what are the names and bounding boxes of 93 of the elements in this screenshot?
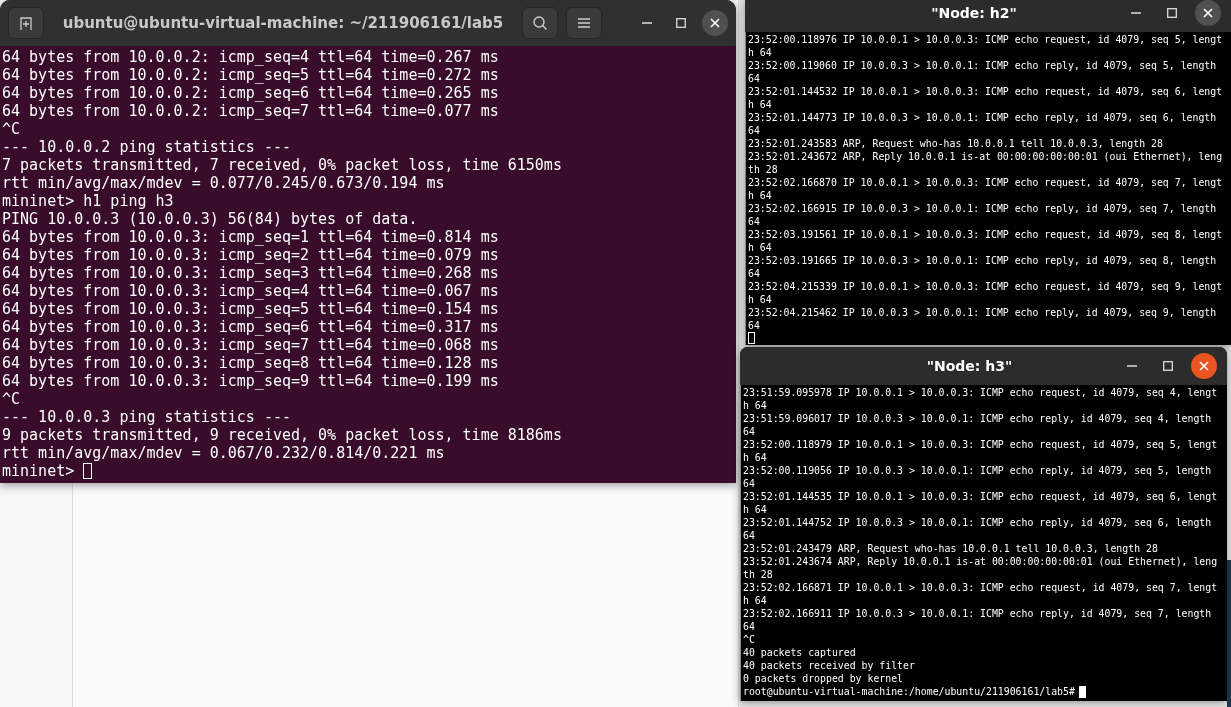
terminal-line: 23:51:59.095978 IP 10.0.0.1 > 10.0.0.3: ICMP echo request, id 4079, seq 4, lengt [743,386,1218,399]
terminal-line: 23:52:02.166871 IP 10.0.0.1 > 10.0.0.3: ICMP echo request, id 4079, seq 7, lengt [743,581,1218,594]
new-tab-icon [18,15,34,31]
terminal-line: 23:52:04.215462 IP 10.0.0.3 > 10.0.0.1: ICMP echo reply, id 4079, seq 9, length [748,306,1217,319]
terminal-line: th 28 [743,568,773,581]
terminal-line: rtt min/avg/max/mdev = 0.077/0.245/0.673/0.194 ms [2,174,445,192]
terminal-line: h 64 [743,503,767,516]
terminal-line: 64 bytes from 10.0.0.3: icmp_seq=2 ttl=64 time=0.079 ms [2,246,499,264]
terminal-line: mininet> h1 ping h3 [2,192,174,210]
search-icon [532,15,548,31]
terminal-line: 23:52:00.119060 IP 10.0.0.3 > 10.0.0.1: ICMP echo reply, id 4079, seq 5, length [748,59,1217,72]
new-tab-button[interactable] [8,7,44,39]
terminal-line: 64 bytes from 10.0.0.3: icmp_seq=5 ttl=64 time=0.154 ms [2,300,499,318]
terminal-line: 64 [748,215,760,228]
maximize-icon [1163,361,1173,371]
terminal-line: h 64 [748,189,772,202]
terminal-line: 23:52:04.215339 IP 10.0.0.1 > 10.0.0.3: ICMP echo request, id 4079, seq 9, lengt [748,280,1223,293]
terminal-line: h 64 [743,399,767,412]
terminal-line: 23:51:59.096017 IP 10.0.0.3 > 10.0.0.1: ICMP echo reply, id 4079, seq 4, length [743,412,1212,425]
terminal-line: h 64 [748,241,772,254]
menu-button[interactable] [566,7,602,39]
minimize-icon [642,22,652,24]
terminal-line: 23:52:01.243672 ARP, Reply 10.0.0.1 is-at 00:00:00:00:00:01 (oui Ethernet), leng [748,150,1223,163]
terminal-line: 9 packets transmitted, 9 received, 0% packet loss, time 8186ms [2,426,562,444]
terminal-prompt: root@ubuntu-virtual-machine:/home/ubuntu/211906161/lab5# [743,685,1075,698]
close-button[interactable] [1191,353,1217,379]
window-title: "Node: h3" [925,358,1014,374]
terminal-line: 64 [748,319,760,332]
terminal-line: 23:52:03.191665 IP 10.0.0.3 > 10.0.0.1: ICMP echo reply, id 4079, seq 8, length [748,254,1217,267]
terminal-line: 23:52:01.144752 IP 10.0.0.3 > 10.0.0.1: ICMP echo reply, id 4079, seq 6, length [743,516,1212,529]
terminal-line: 64 [748,124,760,137]
close-icon [1199,361,1209,371]
terminal-line: --- 10.0.0.3 ping statistics --- [2,408,291,426]
close-button[interactable] [1195,0,1221,26]
terminal-line: h 64 [748,293,772,306]
terminal-line: 23:52:01.243583 ARP, Request who-has 10.0.0.1 tell 10.0.0.3, length 28 [748,137,1163,150]
maximize-icon [676,18,686,28]
maximize-icon [1167,8,1177,18]
terminal-line: ^C [2,390,21,408]
terminal-line: 64 [743,529,755,542]
menu-icon [577,17,591,29]
terminal-line: 64 bytes from 10.0.0.2: icmp_seq=6 ttl=64 time=0.265 ms [2,84,499,102]
terminal-line: 23:52:01.243479 ARP, Request who-has 10.0.0.1 tell 10.0.0.3, length 28 [743,542,1158,555]
terminal-line: 64 bytes from 10.0.0.2: icmp_seq=7 ttl=64 time=0.077 ms [2,102,499,120]
terminal-line: rtt min/avg/max/mdev = 0.067/0.232/0.814/0.221 ms [2,444,445,462]
terminal-line: 23:52:01.144535 IP 10.0.0.1 > 10.0.0.3: ICMP echo request, id 4079, seq 6, lengt [743,490,1218,503]
terminal-line: 23:52:00.119056 IP 10.0.0.3 > 10.0.0.1: ICMP echo reply, id 4079, seq 5, length [743,464,1212,477]
terminal-line: 64 bytes from 10.0.0.3: icmp_seq=1 ttl=64 time=0.814 ms [2,228,499,246]
terminal-line: h 64 [743,594,767,607]
terminal-line: 23:52:00.118976 IP 10.0.0.1 > 10.0.0.3: ICMP echo request, id 4079, seq 5, lengt [748,33,1223,46]
minimize-icon [1127,365,1137,367]
window-title: ubuntu@ubuntu-virtual-machine: ~/211906161/lab5 [61,14,505,32]
close-icon [710,18,720,28]
close-icon [1203,8,1213,18]
terminal-line: 64 bytes from 10.0.0.3: icmp_seq=7 ttl=64 time=0.068 ms [2,336,499,354]
terminal-line: 23:52:02.166915 IP 10.0.0.3 > 10.0.0.1: ICMP echo reply, id 4079, seq 7, length [748,202,1217,215]
window-title: "Node: h2" [930,5,1018,21]
terminal-line: 64 [743,425,755,438]
terminal-line: h 64 [748,46,772,59]
terminal-line: 7 packets transmitted, 7 received, 0% packet loss, time 6150ms [2,156,562,174]
terminal-line: 64 bytes from 10.0.0.2: icmp_seq=4 ttl=64 time=0.267 ms [2,48,499,66]
close-button[interactable] [702,10,728,36]
terminal-line: 23:52:01.243674 ARP, Reply 10.0.0.1 is-at 00:00:00:00:00:01 (oui Ethernet), leng [743,555,1218,568]
text-cursor [83,463,93,479]
terminal-line: 64 bytes from 10.0.0.2: icmp_seq=5 ttl=64 time=0.272 ms [2,66,499,84]
terminal-line: 64 bytes from 10.0.0.3: icmp_seq=6 ttl=64 time=0.317 ms [2,318,499,336]
terminal-line: 23:52:00.118979 IP 10.0.0.1 > 10.0.0.3: ICMP echo request, id 4079, seq 5, lengt [743,438,1218,451]
terminal-line: 64 [748,267,760,280]
terminal-line: h 64 [748,98,772,111]
terminal-line: 64 bytes from 10.0.0.3: icmp_seq=9 ttl=64 time=0.199 ms [2,372,499,390]
terminal-line: 23:52:02.166870 IP 10.0.0.1 > 10.0.0.3: ICMP echo request, id 4079, seq 7, lengt [748,176,1223,189]
terminal-line: 64 [743,620,755,633]
terminal-line: 23:52:01.144532 IP 10.0.0.1 > 10.0.0.3: ICMP echo request, id 4079, seq 6, lengt [748,85,1223,98]
terminal-line: 23:52:02.166911 IP 10.0.0.3 > 10.0.0.1: ICMP echo reply, id 4079, seq 7, length [743,607,1212,620]
terminal-line: 40 packets captured [743,646,856,659]
terminal-line: h 64 [743,451,767,464]
minimize-icon [1131,12,1141,14]
terminal-line: 64 [748,72,760,85]
terminal-line: 40 packets received by filter [743,659,915,672]
terminal-line: 0 packets dropped by kernel [743,672,903,685]
terminal-line: --- 10.0.0.2 ping statistics --- [2,138,291,156]
terminal-line: ^C [743,633,755,646]
search-button[interactable] [522,7,558,39]
terminal-line: 64 bytes from 10.0.0.3: icmp_seq=3 ttl=64 time=0.268 ms [2,264,499,282]
terminal-line: 64 [743,477,755,490]
terminal-line: th 28 [748,163,778,176]
terminal-prompt: mininet> [2,462,75,480]
terminal-line: 64 bytes from 10.0.0.3: icmp_seq=8 ttl=64 time=0.128 ms [2,354,499,372]
terminal-line: ^C [2,120,21,138]
terminal-line: 23:52:03.191561 IP 10.0.0.1 > 10.0.0.3: ICMP echo request, id 4079, seq 8, lengt [748,228,1223,241]
terminal-line: 23:52:01.144773 IP 10.0.0.3 > 10.0.0.1: ICMP echo reply, id 4079, seq 6, length [748,111,1217,124]
terminal-line: 64 bytes from 10.0.0.3: icmp_seq=4 ttl=64 time=0.067 ms [2,282,499,300]
terminal-line: PING 10.0.0.3 (10.0.0.3) 56(84) bytes of data. [2,210,418,228]
